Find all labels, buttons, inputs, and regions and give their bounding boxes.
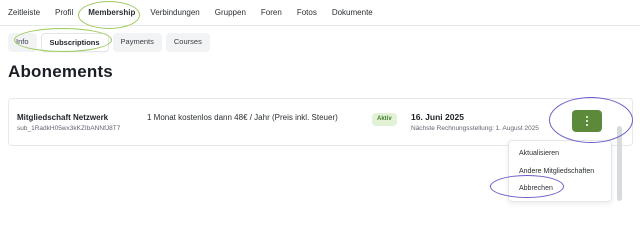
tab-payments[interactable]: Payments: [112, 33, 162, 52]
next-billing: Nächste Rechnungsstellung: 1. August 202…: [411, 125, 539, 132]
subscription-card: Mitgliedschaft Netzwerk sub_1RadkH05wx3k…: [8, 98, 633, 146]
nav-zeitleiste[interactable]: Zeitleiste: [8, 8, 47, 22]
actions-dropdown: Aktualisieren Andere Mitgliedschaften Ab…: [508, 140, 612, 202]
subscription-id: sub_1RadkH05wx3kKZIbANNfJ8T7: [17, 125, 121, 132]
nav-foren[interactable]: Foren: [261, 8, 289, 22]
nav-divider: [0, 25, 640, 26]
tab-info[interactable]: Info: [8, 33, 37, 52]
primary-nav: Zeitleiste Profil Membership Verbindunge…: [8, 8, 388, 22]
menu-item-andere-mitgliedschaften[interactable]: Andere Mitgliedschaften: [519, 168, 594, 175]
nav-fotos[interactable]: Fotos: [297, 8, 324, 22]
more-vertical-icon: [586, 116, 588, 126]
page-title: Abonements: [8, 62, 113, 81]
nav-verbindungen[interactable]: Verbindungen: [150, 8, 206, 22]
actions-menu-button[interactable]: [572, 110, 602, 132]
subscription-price: 1 Monat kostenlos dann 48€ / Jahr (Preis…: [147, 113, 338, 122]
nav-profil[interactable]: Profil: [55, 8, 80, 22]
nav-dokumente[interactable]: Dokumente: [332, 8, 380, 22]
subscription-name: Mitgliedschaft Netzwerk: [17, 113, 109, 122]
menu-item-abbrechen[interactable]: Abbrechen: [519, 185, 553, 192]
menu-item-aktualisieren[interactable]: Aktualisieren: [519, 150, 559, 157]
scrollbar[interactable]: [617, 126, 622, 201]
tab-courses[interactable]: Courses: [165, 33, 210, 52]
subscription-date: 16. Juni 2025: [411, 112, 464, 122]
nav-gruppen[interactable]: Gruppen: [215, 8, 253, 22]
nav-membership[interactable]: Membership: [88, 8, 142, 22]
secondary-nav: Info Subscriptions Payments Courses: [8, 33, 210, 52]
status-badge: Aktiv: [372, 113, 397, 126]
tab-subscriptions[interactable]: Subscriptions: [40, 33, 109, 52]
